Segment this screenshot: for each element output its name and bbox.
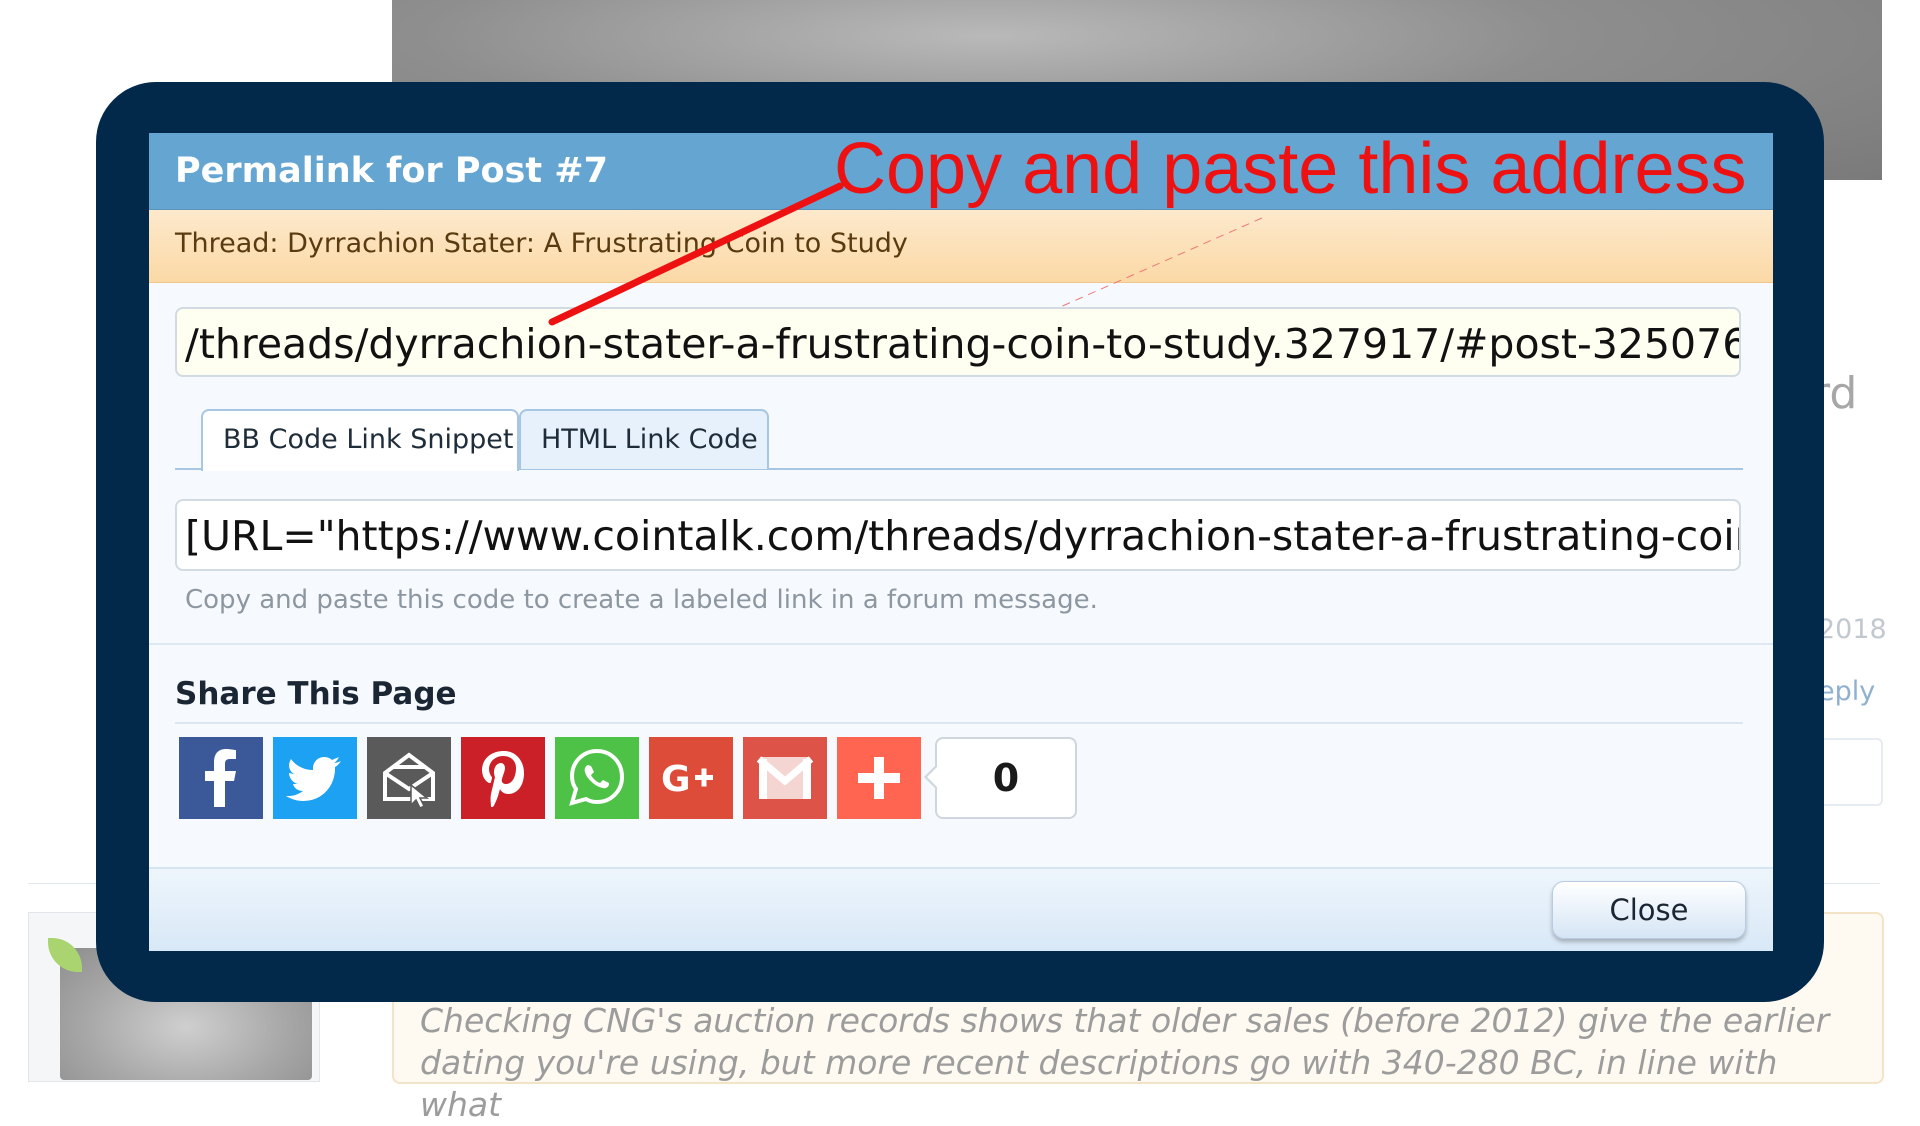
annotation-label: Copy and paste this address bbox=[834, 129, 1747, 209]
